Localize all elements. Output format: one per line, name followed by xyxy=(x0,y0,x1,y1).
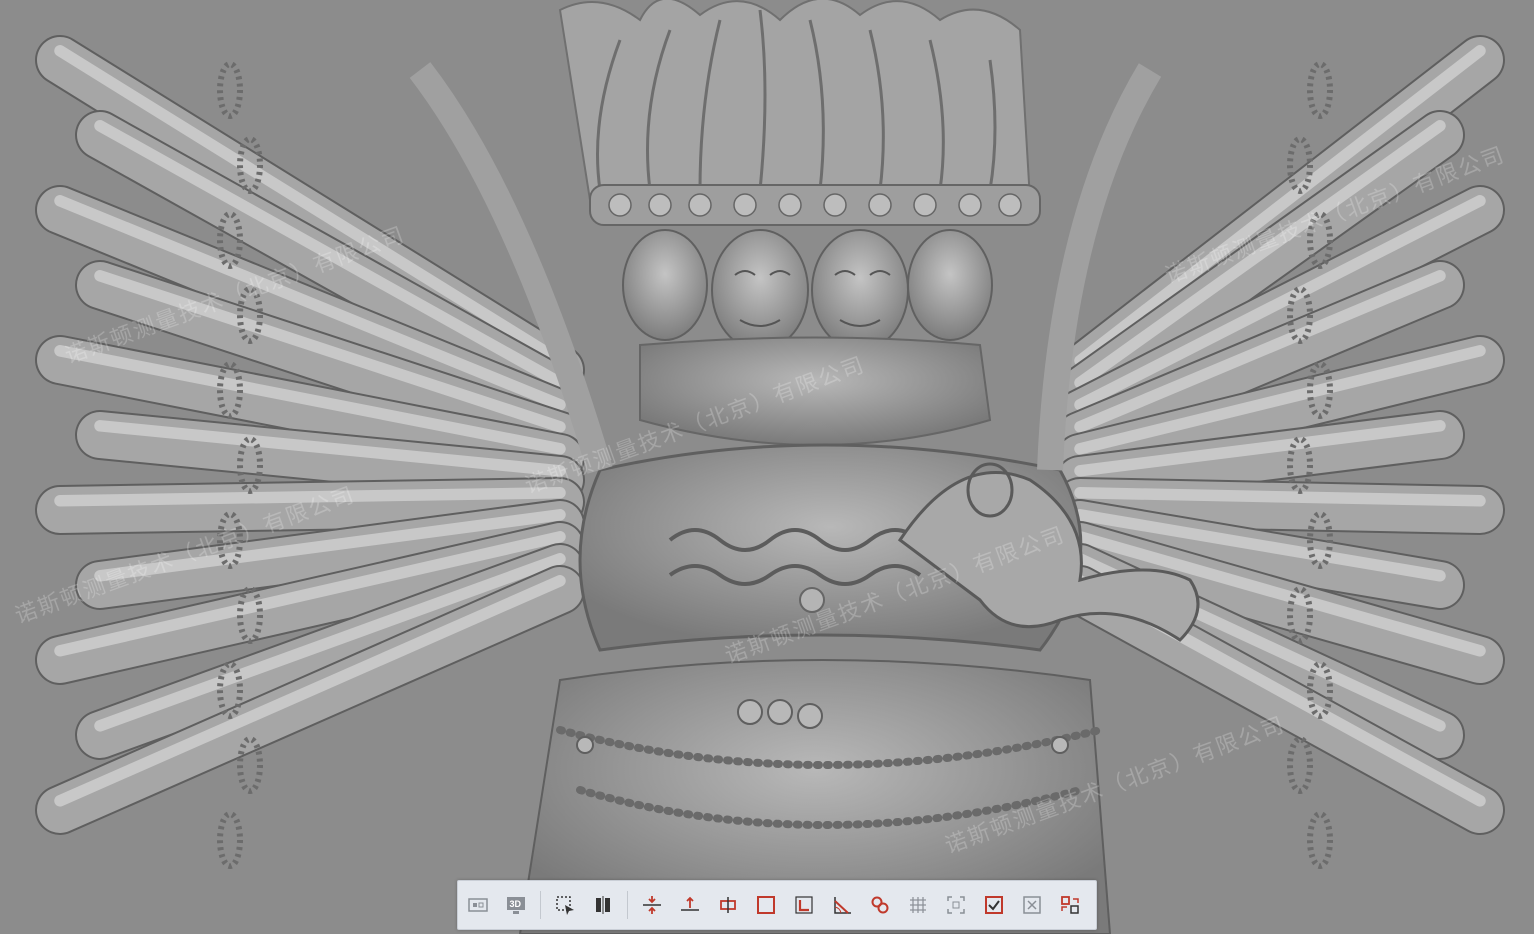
align-middle-icon xyxy=(720,897,736,913)
split-view-button[interactable] xyxy=(589,891,617,919)
delete-box-icon xyxy=(1023,896,1041,914)
3d-label: 3D xyxy=(510,899,522,909)
toolbar-separator xyxy=(627,891,628,919)
align-center-icon xyxy=(643,896,661,914)
link-button[interactable] xyxy=(866,891,894,919)
rectangle-icon xyxy=(757,896,775,914)
select-region-icon xyxy=(556,896,574,915)
align-middle-button[interactable] xyxy=(714,891,742,919)
check-box-button[interactable] xyxy=(980,891,1008,919)
corner-marker-icon xyxy=(795,896,813,914)
fit-frame-button[interactable] xyxy=(942,891,970,919)
grid-icon xyxy=(910,897,926,913)
view-2d-icon xyxy=(468,898,488,912)
transform-button[interactable] xyxy=(1056,891,1084,919)
toolbar-separator xyxy=(540,891,541,919)
view-3d-button[interactable]: 3D xyxy=(502,891,530,919)
delete-box-button[interactable] xyxy=(1018,891,1046,919)
link-icon xyxy=(871,896,889,914)
transform-icon xyxy=(1061,896,1079,914)
grid-button[interactable] xyxy=(904,891,932,919)
split-view-icon xyxy=(596,896,610,914)
rectangle-button[interactable] xyxy=(752,891,780,919)
check-box-icon xyxy=(985,896,1003,914)
align-bottom-icon xyxy=(681,896,699,911)
align-bottom-button[interactable] xyxy=(676,891,704,919)
bottom-toolbar: 3D xyxy=(457,880,1097,930)
view-2d-button[interactable] xyxy=(464,891,492,919)
angle-measure-button[interactable] xyxy=(828,891,856,919)
angle-measure-icon xyxy=(834,897,851,914)
corner-marker-button[interactable] xyxy=(790,891,818,919)
3d-viewport[interactable]: 诺斯顿测量技术（北京）有限公司 诺斯顿测量技术（北京）有限公司 诺斯顿测量技术（… xyxy=(0,0,1534,934)
fit-frame-icon xyxy=(947,896,965,914)
select-region-button[interactable] xyxy=(551,891,579,919)
model-render xyxy=(0,0,1534,934)
view-3d-icon: 3D xyxy=(507,897,525,914)
align-center-button[interactable] xyxy=(638,891,666,919)
